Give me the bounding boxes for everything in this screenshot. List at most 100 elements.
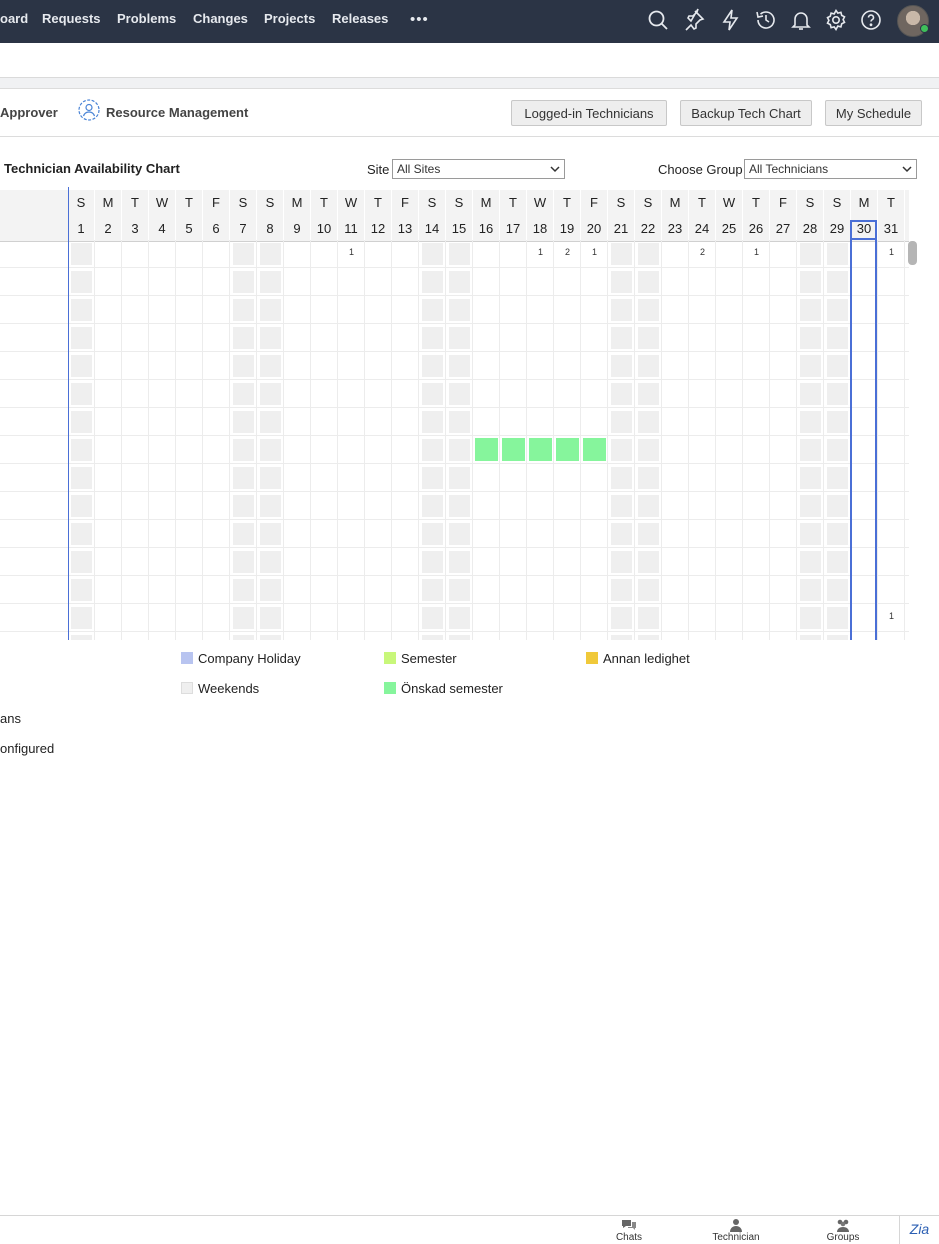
day-cell[interactable] bbox=[662, 324, 689, 352]
day-cell[interactable] bbox=[311, 520, 338, 548]
day-cell[interactable] bbox=[122, 324, 149, 352]
day-cell[interactable] bbox=[527, 604, 554, 632]
day-cell[interactable] bbox=[527, 632, 554, 640]
day-cell[interactable] bbox=[581, 296, 608, 324]
day-cell[interactable] bbox=[203, 576, 230, 604]
day-cell[interactable] bbox=[419, 492, 446, 520]
day-cell[interactable] bbox=[176, 380, 203, 408]
day-cell[interactable] bbox=[473, 296, 500, 324]
day-cell[interactable] bbox=[230, 436, 257, 464]
day-cell[interactable] bbox=[230, 464, 257, 492]
day-cell[interactable] bbox=[473, 324, 500, 352]
day-cell[interactable] bbox=[635, 576, 662, 604]
day-cell[interactable] bbox=[122, 492, 149, 520]
leave-block[interactable] bbox=[583, 438, 606, 461]
day-cell[interactable] bbox=[689, 352, 716, 380]
day-cell[interactable] bbox=[176, 548, 203, 576]
request-count[interactable]: 2 bbox=[554, 247, 581, 257]
day-cell[interactable] bbox=[743, 268, 770, 296]
day-cell[interactable] bbox=[797, 436, 824, 464]
day-cell[interactable] bbox=[284, 408, 311, 436]
day-cell[interactable] bbox=[770, 548, 797, 576]
day-cell[interactable] bbox=[608, 324, 635, 352]
leave-block[interactable] bbox=[475, 438, 498, 461]
day-cell[interactable] bbox=[608, 604, 635, 632]
day-cell[interactable] bbox=[419, 240, 446, 268]
day-cell[interactable] bbox=[662, 352, 689, 380]
day-cell[interactable] bbox=[527, 380, 554, 408]
date-label[interactable]: 8 bbox=[257, 216, 284, 242]
day-cell[interactable] bbox=[554, 520, 581, 548]
nav-requests[interactable]: Requests bbox=[42, 11, 101, 26]
footer-groups[interactable]: Groups bbox=[813, 1218, 873, 1243]
day-cell[interactable] bbox=[365, 520, 392, 548]
day-cell[interactable] bbox=[554, 548, 581, 576]
day-cell[interactable] bbox=[257, 296, 284, 324]
day-cell[interactable] bbox=[419, 632, 446, 640]
date-label[interactable]: 3 bbox=[122, 216, 149, 242]
day-cell[interactable] bbox=[527, 520, 554, 548]
day-cell[interactable] bbox=[365, 268, 392, 296]
day-cell[interactable] bbox=[797, 380, 824, 408]
day-cell[interactable] bbox=[338, 380, 365, 408]
day-cell[interactable]: 2 bbox=[554, 240, 581, 268]
day-cell[interactable] bbox=[446, 576, 473, 604]
day-cell[interactable] bbox=[554, 380, 581, 408]
day-cell[interactable] bbox=[554, 492, 581, 520]
day-cell[interactable] bbox=[662, 464, 689, 492]
day-cell[interactable] bbox=[500, 380, 527, 408]
day-cell[interactable] bbox=[527, 548, 554, 576]
day-cell[interactable] bbox=[68, 436, 95, 464]
day-cell[interactable] bbox=[878, 464, 905, 492]
day-cell[interactable] bbox=[608, 548, 635, 576]
day-cell[interactable] bbox=[797, 408, 824, 436]
day-cell[interactable] bbox=[473, 548, 500, 576]
day-cell[interactable] bbox=[770, 296, 797, 324]
day-cell[interactable] bbox=[230, 380, 257, 408]
day-cell[interactable] bbox=[824, 240, 851, 268]
day-cell[interactable] bbox=[230, 548, 257, 576]
search-icon[interactable] bbox=[646, 8, 670, 32]
day-cell[interactable]: 1 bbox=[338, 240, 365, 268]
lightning-icon[interactable] bbox=[719, 8, 743, 32]
request-count[interactable]: 1 bbox=[338, 247, 365, 257]
day-cell[interactable] bbox=[824, 520, 851, 548]
day-cell[interactable] bbox=[608, 380, 635, 408]
day-cell[interactable] bbox=[716, 240, 743, 268]
day-cell[interactable] bbox=[284, 268, 311, 296]
day-cell[interactable] bbox=[689, 380, 716, 408]
day-cell[interactable] bbox=[149, 324, 176, 352]
day-cell[interactable] bbox=[500, 268, 527, 296]
date-label[interactable]: 7 bbox=[230, 216, 257, 242]
day-cell[interactable] bbox=[743, 604, 770, 632]
day-cell[interactable] bbox=[122, 408, 149, 436]
day-cell[interactable] bbox=[473, 408, 500, 436]
day-cell[interactable] bbox=[581, 492, 608, 520]
day-cell[interactable] bbox=[257, 548, 284, 576]
date-label[interactable]: 4 bbox=[149, 216, 176, 242]
day-cell[interactable] bbox=[446, 240, 473, 268]
nav-releases[interactable]: Releases bbox=[332, 11, 388, 26]
day-cell[interactable] bbox=[635, 464, 662, 492]
zia-assistant-icon[interactable]: Zia bbox=[899, 1215, 939, 1244]
day-cell[interactable] bbox=[554, 604, 581, 632]
day-cell[interactable] bbox=[95, 380, 122, 408]
day-cell[interactable] bbox=[608, 520, 635, 548]
day-cell[interactable] bbox=[554, 408, 581, 436]
day-cell[interactable] bbox=[284, 548, 311, 576]
day-cell[interactable] bbox=[68, 296, 95, 324]
day-cell[interactable] bbox=[365, 604, 392, 632]
day-cell[interactable] bbox=[284, 604, 311, 632]
day-cell[interactable] bbox=[365, 324, 392, 352]
day-cell[interactable] bbox=[878, 408, 905, 436]
day-cell[interactable] bbox=[149, 296, 176, 324]
day-cell[interactable] bbox=[338, 492, 365, 520]
day-cell[interactable] bbox=[662, 520, 689, 548]
day-cell[interactable] bbox=[122, 436, 149, 464]
day-cell[interactable] bbox=[284, 352, 311, 380]
day-cell[interactable] bbox=[203, 436, 230, 464]
day-cell[interactable] bbox=[203, 324, 230, 352]
more-menu-icon[interactable]: ••• bbox=[410, 11, 429, 28]
day-cell[interactable] bbox=[338, 408, 365, 436]
pin-icon[interactable] bbox=[682, 8, 706, 32]
